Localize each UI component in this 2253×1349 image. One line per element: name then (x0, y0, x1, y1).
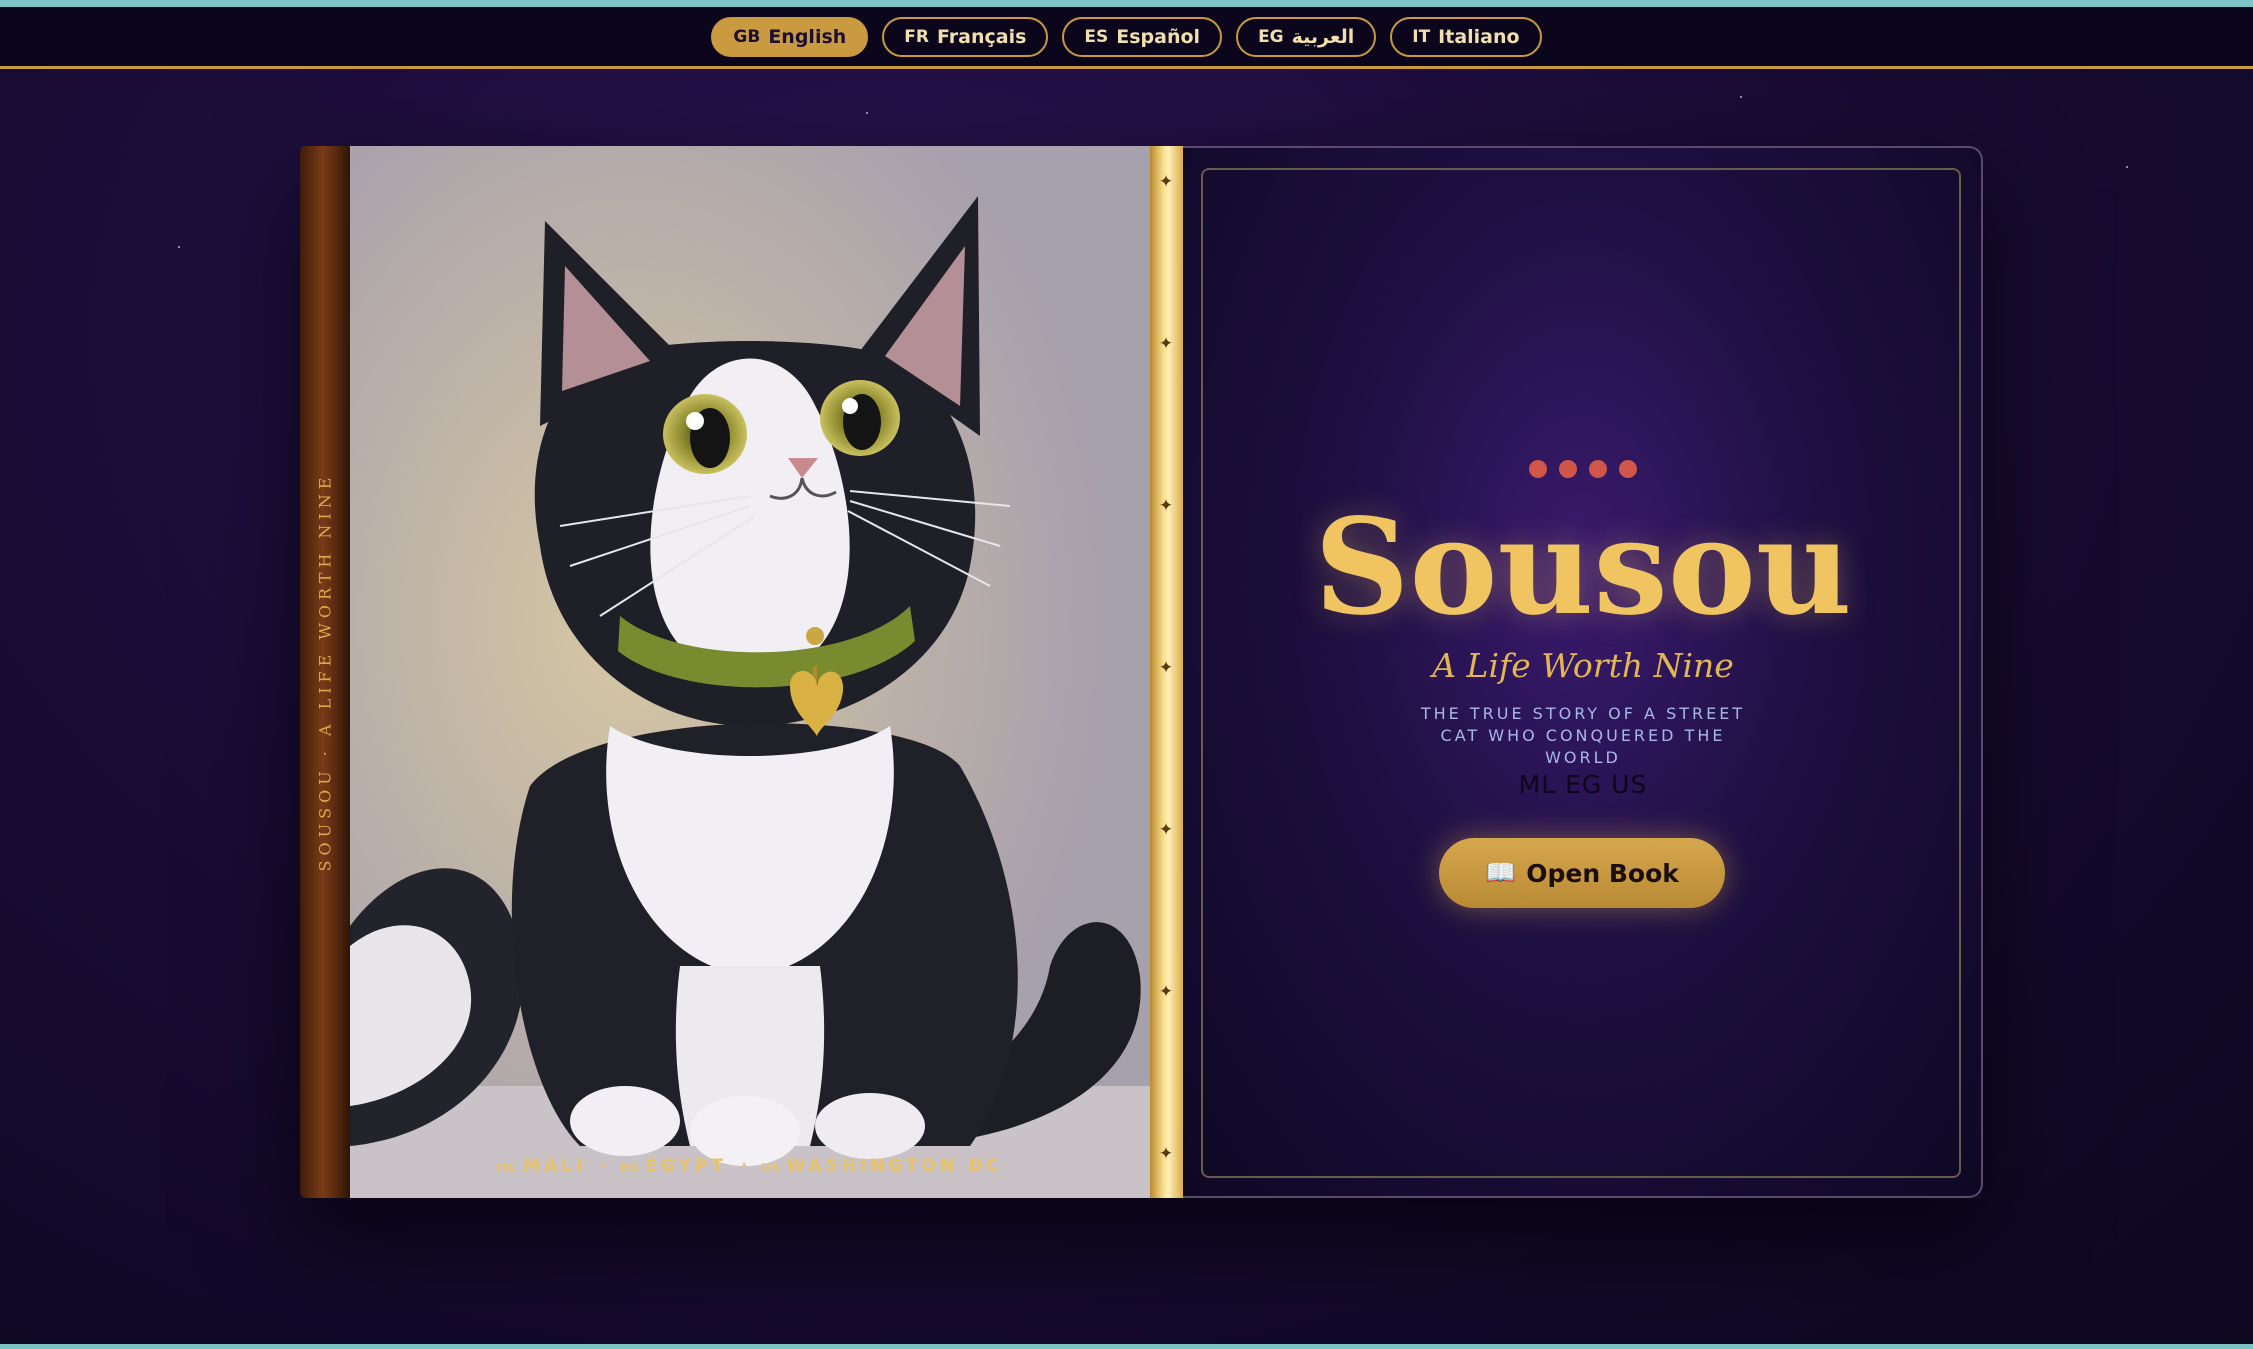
hinge-star-icon: ✦ (1158, 1144, 1174, 1164)
book-spine: SOUSOU · A LIFE WORTH NINE (300, 146, 350, 1198)
window-bottom-border (0, 1344, 2253, 1349)
lang-label: العربية (1291, 25, 1355, 48)
spine-title: SOUSOU · A LIFE WORTH NINE (315, 472, 335, 872)
cat-illustration (350, 146, 1150, 1198)
background-star (1740, 96, 1742, 98)
lang-label: English (768, 25, 847, 48)
dot (1619, 460, 1637, 478)
lang-label: Français (937, 25, 1027, 48)
book-icon: 📖 (1485, 858, 1517, 887)
dot (1529, 460, 1547, 478)
caption-separator: · (600, 1156, 607, 1176)
window-top-border (0, 0, 2253, 7)
dot (1559, 460, 1577, 478)
flag-ml-icon: ML (497, 1161, 518, 1174)
flag-it-icon: IT (1412, 26, 1431, 47)
hinge-star-icon: ✦ (1158, 334, 1174, 354)
hinge-star-icon: ✦ (1158, 982, 1174, 1002)
open-book-button[interactable]: 📖 Open Book (1439, 838, 1725, 908)
lang-label: Español (1116, 25, 1201, 48)
flag-fr-icon: FR (904, 26, 929, 47)
dot (1589, 460, 1607, 478)
caption-separator: · (740, 1156, 748, 1176)
flag-es-icon: ES (1084, 26, 1109, 47)
decorative-dots (1203, 460, 1963, 478)
background-star (866, 112, 868, 114)
lang-button-italian[interactable]: IT Italiano (1390, 16, 1542, 57)
book-subtitle: A Life Worth Nine (1432, 646, 1734, 685)
open-book-label: Open Book (1526, 858, 1679, 888)
flag-eg-icon: EG (620, 1161, 640, 1174)
lang-button-spanish[interactable]: ES Español (1062, 16, 1223, 57)
hinge-star-icon: ✦ (1158, 172, 1174, 192)
flag-us-icon: US (761, 1161, 781, 1174)
origin-place: WASHINGTON DC (786, 1156, 1003, 1176)
background-star (178, 246, 180, 248)
lang-button-french[interactable]: FR Français (882, 16, 1049, 57)
hinge-star-icon: ✦ (1158, 820, 1174, 840)
origin-place: MALI (523, 1156, 587, 1176)
flag-eg-icon: EG (1258, 26, 1284, 47)
book: SOUSOU · A LIFE WORTH NINE ML MALI · EG … (300, 146, 1983, 1198)
flag-gb-icon: GB (733, 26, 761, 47)
cover-origin-caption: ML MALI · EG EGYPT · US WASHINGTON DC (350, 1156, 1150, 1176)
lang-button-english[interactable]: GB English (711, 16, 869, 57)
origin-place: EGYPT (645, 1156, 727, 1176)
book-hinge: ✦ ✦ ✦ ✦ ✦ ✦ ✦ (1150, 146, 1183, 1198)
hinge-star-icon: ✦ (1158, 496, 1174, 516)
lang-label: Italiano (1438, 25, 1520, 48)
hinge-star-icon: ✦ (1158, 658, 1174, 678)
book-title: Sousou (1314, 490, 1852, 645)
background-star (2126, 166, 2128, 168)
book-cover: ML MALI · EG EGYPT · US WASHINGTON DC (350, 146, 1150, 1198)
country-codes: ML EG US (1518, 770, 1648, 799)
title-page-frame: Sousou A Life Worth Nine THE TRUE STORY … (1201, 168, 1961, 1178)
lang-button-arabic[interactable]: EG العربية (1236, 16, 1377, 57)
title-page: Sousou A Life Worth Nine THE TRUE STORY … (1183, 146, 1983, 1198)
book-tagline: THE TRUE STORY OF A STREET CAT WHO CONQU… (1420, 704, 1746, 767)
language-selector-bar: GB English FR Français ES Español EG الع… (0, 7, 2253, 69)
